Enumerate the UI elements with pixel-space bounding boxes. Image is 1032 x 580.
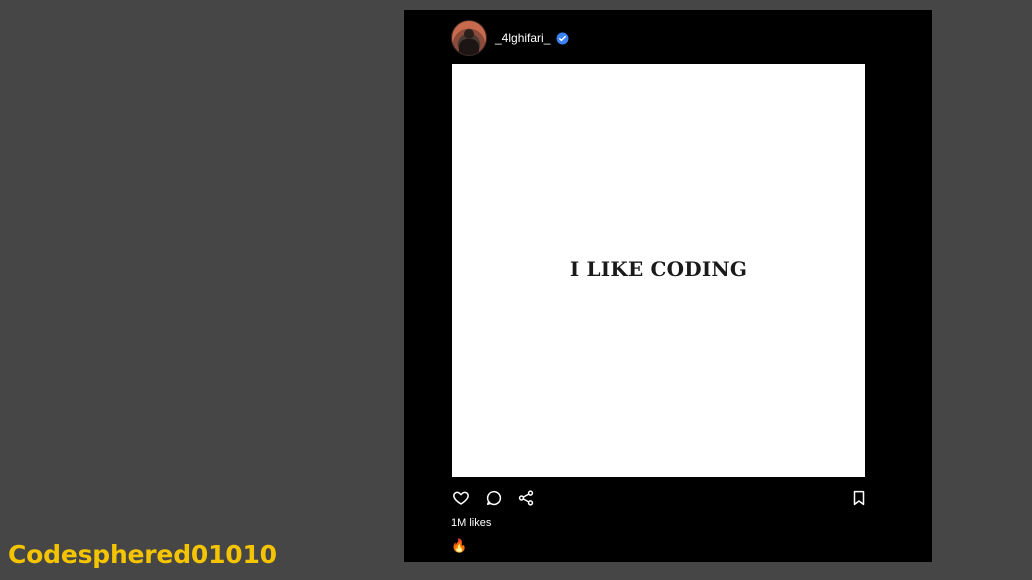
- likes-count[interactable]: 1M likes: [451, 517, 491, 530]
- post-image[interactable]: I LIKE CODING: [452, 64, 865, 477]
- screen: _4lghifari_ I LIKE CODING 1M likes 🔥 Cod…: [0, 0, 1032, 580]
- avatar[interactable]: [451, 20, 487, 56]
- post-card: _4lghifari_ I LIKE CODING 1M likes 🔥: [404, 10, 932, 562]
- post-actions: [451, 487, 867, 509]
- post-header: _4lghifari_: [451, 20, 569, 56]
- share-icon[interactable]: [517, 489, 535, 507]
- avatar-head: [464, 29, 474, 39]
- verified-badge-icon: [556, 32, 569, 44]
- post-image-text: I LIKE CODING: [569, 256, 748, 281]
- comment-icon[interactable]: [485, 489, 503, 507]
- username[interactable]: _4lghifari_: [495, 31, 550, 45]
- caption: 🔥: [451, 538, 468, 553]
- heart-icon[interactable]: [452, 489, 470, 507]
- bookmark-icon[interactable]: [850, 489, 868, 507]
- watermark: Codesphered01010: [8, 540, 277, 569]
- avatar-body: [459, 39, 479, 55]
